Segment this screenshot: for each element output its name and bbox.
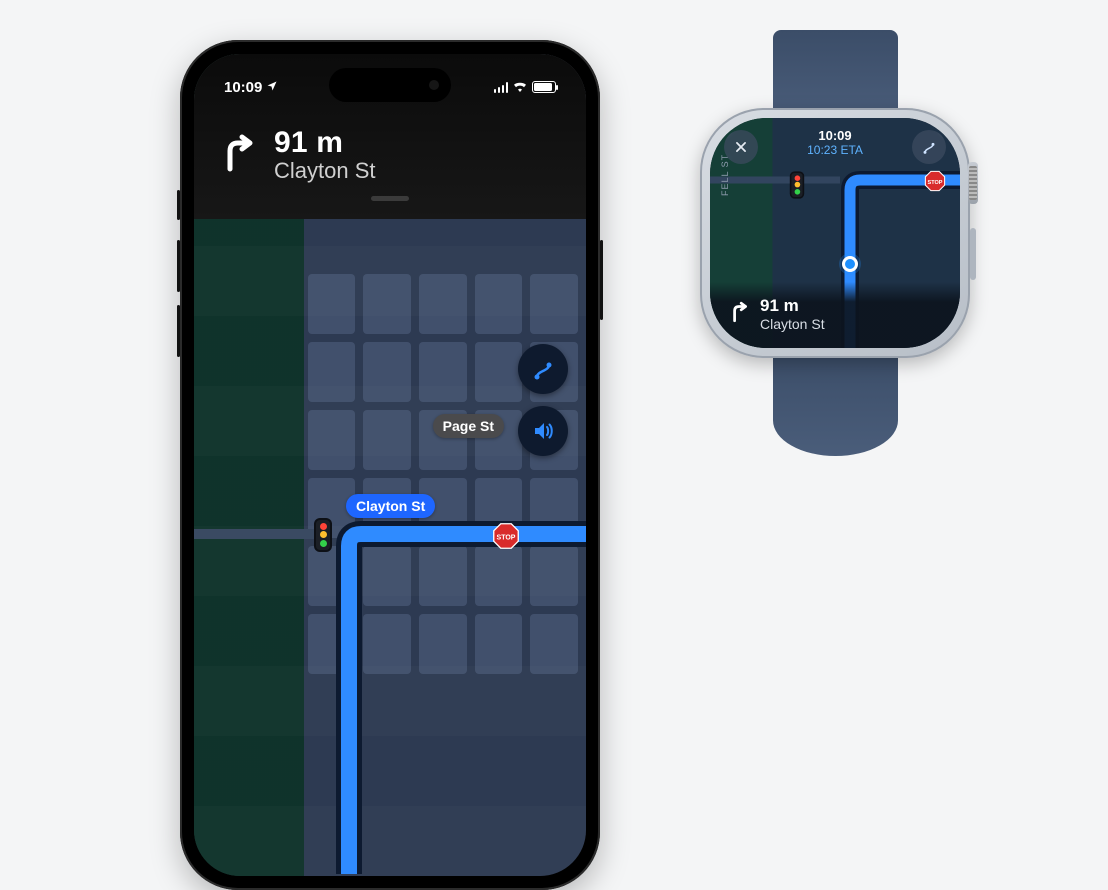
route-overview-button[interactable]: [518, 344, 568, 394]
nav-street: Clayton St: [274, 158, 376, 184]
wifi-icon: [512, 79, 528, 96]
current-location-dot: [842, 256, 858, 272]
stop-sign-icon: STOP: [492, 522, 520, 550]
phone-volume-up: [177, 240, 180, 292]
watch-band-bottom: [773, 346, 898, 456]
audio-button[interactable]: [518, 406, 568, 456]
watch-band-top: [773, 30, 898, 120]
apple-watch-device: STOP FELL ST PAGE ST 10:09 10:23 ETA: [690, 30, 980, 456]
phone-volume-down: [177, 305, 180, 357]
watch-time: 10:09: [807, 128, 863, 143]
nav-distance: 91 m: [274, 126, 376, 160]
watch-side-button: [970, 228, 976, 280]
watch-screen: STOP FELL ST PAGE ST 10:09 10:23 ETA: [710, 118, 960, 348]
phone-screen: 10:09: [194, 54, 586, 876]
watch-street-page: PAGE ST: [947, 118, 956, 140]
turn-right-icon: [218, 133, 258, 178]
watch-status: 10:09 10:23 ETA: [807, 128, 863, 157]
watch-nav-street: Clayton St: [760, 316, 825, 332]
dynamic-island: [329, 68, 451, 102]
route-overview-button[interactable]: [912, 130, 946, 164]
watch-eta: 10:23 ETA: [807, 143, 863, 157]
watch-case: STOP FELL ST PAGE ST 10:09 10:23 ETA: [700, 108, 970, 358]
stop-sign-icon: STOP: [924, 170, 946, 192]
banner-grabber[interactable]: [371, 196, 409, 201]
close-button[interactable]: [724, 130, 758, 164]
traffic-light-icon: [791, 173, 802, 197]
cellular-icon: [494, 82, 509, 93]
map-label-page-st[interactable]: Page St: [433, 414, 504, 438]
battery-icon: [532, 81, 556, 93]
watch-street-fell: FELL ST: [720, 154, 730, 196]
svg-text:STOP: STOP: [497, 535, 516, 542]
phone-side-switch: [177, 190, 180, 220]
turn-right-icon: [728, 301, 750, 328]
svg-text:STOP: STOP: [928, 180, 943, 186]
watch-nav-banner[interactable]: 91 m Clayton St: [710, 282, 960, 348]
phone-power-button: [600, 240, 603, 320]
iphone-device: 10:09: [180, 40, 600, 890]
watch-nav-distance: 91 m: [760, 296, 825, 316]
traffic-light-icon: [316, 520, 330, 550]
status-time: 10:09: [224, 79, 262, 96]
location-icon: [266, 79, 278, 96]
digital-crown: [968, 162, 978, 204]
map-label-clayton-st[interactable]: Clayton St: [346, 494, 435, 518]
